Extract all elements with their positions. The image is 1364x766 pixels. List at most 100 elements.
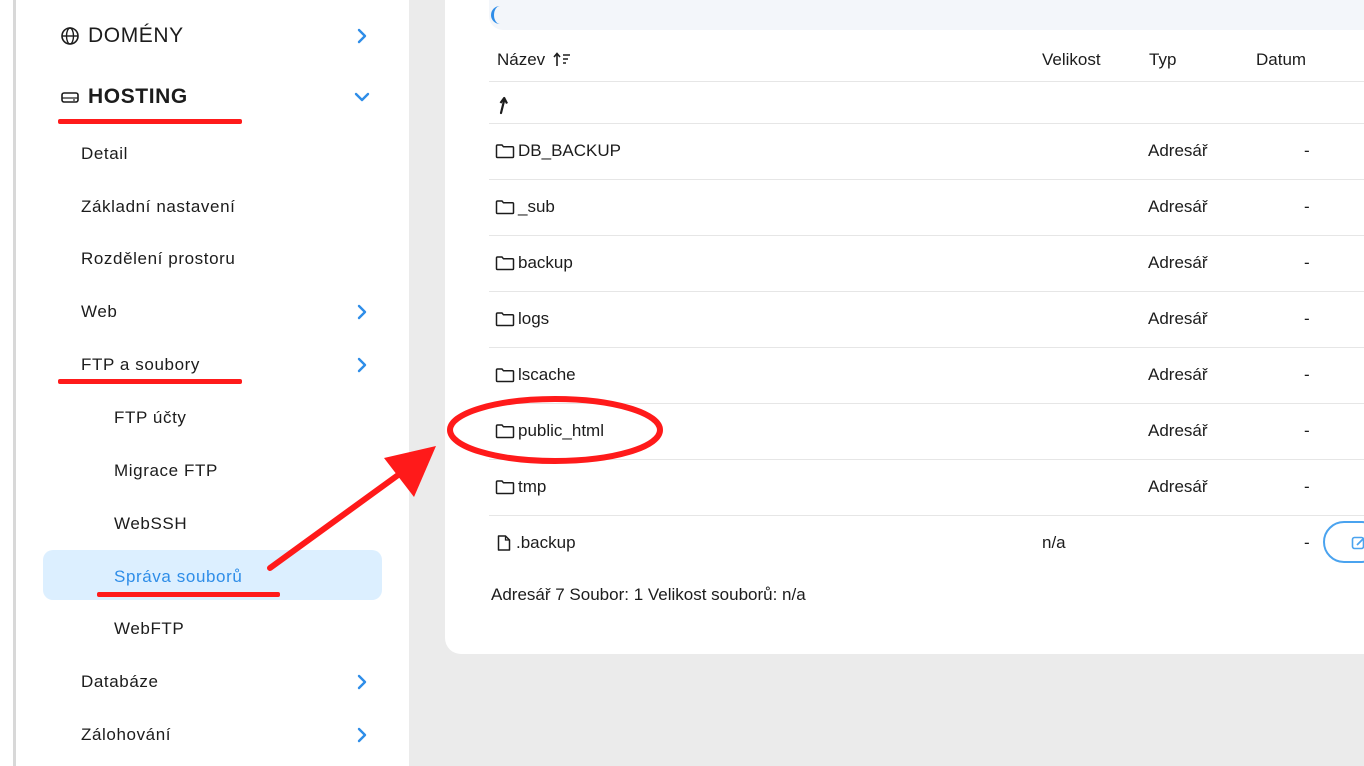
sidebar-item-ftp-migration[interactable]: Migrace FTP: [16, 451, 409, 491]
folder-row-name[interactable]: lscache: [495, 363, 576, 387]
folder-row-name[interactable]: backup: [495, 251, 573, 275]
sidebar-item-label: WebFTP: [114, 619, 185, 638]
sort-ascending-icon[interactable]: [553, 51, 571, 69]
row-divider: [489, 347, 1364, 348]
sidebar-item-label: Migrace FTP: [114, 461, 218, 480]
row-divider: [489, 179, 1364, 180]
sidebar-item-label: Rozdělení prostoru: [81, 249, 236, 268]
sidebar-item-basic-settings[interactable]: Základní nastavení: [16, 187, 409, 227]
row-date: -: [1304, 253, 1310, 272]
folder-icon: [495, 424, 515, 439]
row-name-label: _sub: [518, 197, 555, 216]
row-size: n/a: [1042, 533, 1066, 552]
chevron-right-icon[interactable]: [353, 726, 371, 744]
table-summary: Adresář 7 Soubor: 1 Velikost souborů: n/…: [491, 585, 806, 604]
column-header-size[interactable]: Velikost: [1042, 50, 1101, 70]
sidebar-item-file-manager[interactable]: Správa souborů: [16, 557, 409, 597]
row-name-label: lscache: [518, 365, 576, 384]
edit-icon: [1351, 536, 1364, 550]
sidebar-item-label: Databáze: [81, 672, 159, 691]
folder-icon: [495, 200, 515, 215]
row-divider: [489, 235, 1364, 236]
sidebar-item-label: Web: [81, 302, 118, 321]
row-divider: [489, 81, 1364, 82]
file-icon: [497, 535, 511, 551]
sidebar-item-hosting[interactable]: HOSTING: [16, 77, 409, 117]
row-type: Adresář: [1148, 421, 1208, 440]
folder-row-name[interactable]: public_html: [495, 419, 604, 443]
globe-icon: [61, 27, 79, 45]
row-type: Adresář: [1148, 197, 1208, 216]
sidebar-item-label: HOSTING: [88, 85, 188, 108]
folder-row-name[interactable]: _sub: [495, 195, 555, 219]
row-name-label: backup: [518, 253, 573, 272]
window-edge: [0, 0, 16, 766]
chevron-right-icon[interactable]: [353, 27, 371, 45]
annotation-underline: [58, 119, 242, 124]
sidebar-item-detail[interactable]: Detail: [16, 134, 409, 174]
column-header-type[interactable]: Typ: [1149, 50, 1176, 70]
row-date: -: [1304, 309, 1310, 328]
sidebar-item-ftp-accounts[interactable]: FTP účty: [16, 398, 409, 438]
level-up-icon[interactable]: [497, 95, 511, 115]
file-row-name[interactable]: .backup: [495, 531, 576, 555]
folder-icon: [495, 480, 515, 495]
folder-icon: [495, 312, 515, 327]
sidebar-item-label: Správa souborů: [114, 567, 243, 586]
folder-row-name[interactable]: logs: [495, 307, 549, 331]
sidebar-item-domains[interactable]: DOMÉNY: [16, 16, 409, 56]
folder-icon: [495, 368, 515, 383]
row-name-label: DB_BACKUP: [518, 141, 621, 160]
sidebar-item-backups[interactable]: Zálohování: [16, 715, 409, 755]
chevron-right-icon[interactable]: [353, 673, 371, 691]
row-name-label: logs: [518, 309, 550, 328]
row-date: -: [1304, 141, 1310, 160]
row-date: -: [1304, 533, 1310, 552]
folder-icon: [495, 144, 515, 159]
edit-button[interactable]: [1323, 521, 1364, 563]
chevron-right-icon[interactable]: [353, 303, 371, 321]
sidebar-item-databases[interactable]: Databáze: [16, 662, 409, 702]
row-type: Adresář: [1148, 365, 1208, 384]
row-date: -: [1304, 477, 1310, 496]
sidebar-item-label: FTP účty: [114, 408, 187, 427]
row-type: Adresář: [1148, 309, 1208, 328]
sidebar-item-label: DOMÉNY: [88, 24, 184, 47]
sidebar-item-webftp[interactable]: WebFTP: [16, 609, 409, 649]
sidebar-item-label: WebSSH: [114, 514, 188, 533]
sidebar-item-space-allocation[interactable]: Rozdělení prostoru: [16, 239, 409, 279]
folder-row-name[interactable]: DB_BACKUP: [495, 139, 621, 163]
path-bar: [489, 0, 1364, 30]
row-divider: [489, 459, 1364, 460]
row-divider: [489, 403, 1364, 404]
chevron-down-icon[interactable]: [353, 88, 371, 106]
chevron-right-icon[interactable]: [353, 356, 371, 374]
spinner-icon: [491, 6, 501, 24]
folder-row-name[interactable]: tmp: [495, 475, 546, 499]
annotation-underline: [58, 379, 242, 384]
file-manager-panel: [445, 0, 1364, 654]
sidebar-item-label: FTP a soubory: [81, 355, 200, 374]
annotation-underline: [97, 592, 280, 597]
sidebar-item-label: Detail: [81, 144, 129, 163]
row-date: -: [1304, 421, 1310, 440]
row-type: Adresář: [1148, 141, 1208, 160]
sidebar-item-label: Základní nastavení: [81, 197, 236, 216]
server-icon: [61, 92, 79, 103]
sidebar-item-webssh[interactable]: WebSSH: [16, 504, 409, 544]
row-divider: [489, 515, 1364, 516]
parent-directory-link[interactable]: [497, 93, 514, 117]
sidebar-item-web[interactable]: Web: [16, 292, 409, 332]
row-date: -: [1304, 365, 1310, 384]
column-header-label: Název: [497, 50, 546, 69]
row-date: -: [1304, 197, 1310, 216]
row-name-label: tmp: [518, 477, 547, 496]
row-type: Adresář: [1148, 253, 1208, 272]
column-header-name[interactable]: Název: [497, 50, 571, 70]
row-divider: [489, 123, 1364, 124]
row-type: Adresář: [1148, 477, 1208, 496]
row-name-label: public_html: [518, 421, 604, 440]
row-name-label: .backup: [516, 533, 576, 552]
column-header-date[interactable]: Datum: [1256, 50, 1306, 70]
folder-icon: [495, 256, 515, 271]
